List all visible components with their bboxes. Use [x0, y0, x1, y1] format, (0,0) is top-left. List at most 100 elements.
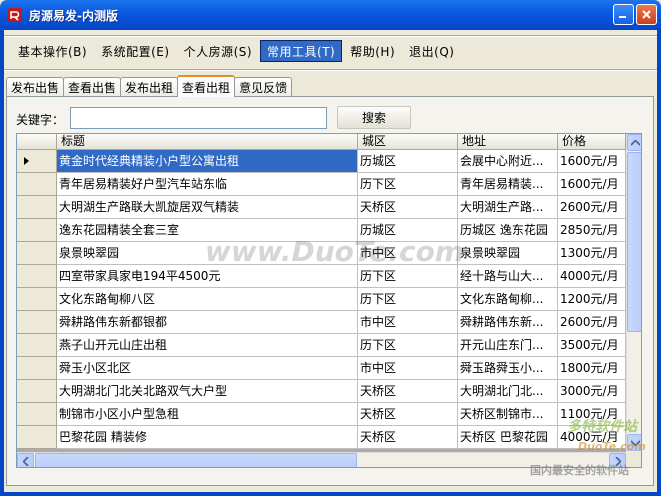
table-row[interactable]: 燕子山开元山庄出租 历下区 开元山庄东门... 3500元/月: [17, 334, 626, 357]
minimize-button[interactable]: [613, 4, 634, 25]
cell-title[interactable]: 青年居易精装好户型汽车站东临: [57, 173, 358, 196]
cell-title[interactable]: 舜玉小区北区: [57, 357, 358, 380]
cell-price[interactable]: 3000元/月: [558, 380, 626, 403]
horizontal-scroll-thumb[interactable]: [35, 453, 357, 467]
cell-title[interactable]: 巴黎花园 精装修: [57, 426, 358, 449]
cell-price[interactable]: 1800元/月: [558, 357, 626, 380]
cell-title[interactable]: 大明湖生产路联大凯旋居双气精装: [57, 196, 358, 219]
table-row[interactable]: 舜玉小区北区 市中区 舜玉路舜玉小... 1800元/月: [17, 357, 626, 380]
cell-title[interactable]: 舜耕路伟东新都银都: [57, 311, 358, 334]
cell-address[interactable]: 大明湖生产路...: [458, 196, 558, 219]
vertical-scroll-thumb[interactable]: [627, 152, 641, 332]
cell-address[interactable]: 文化东路甸柳...: [458, 288, 558, 311]
row-header[interactable]: [17, 311, 57, 334]
table-row[interactable]: 逸东花园精装全套三室 历城区 历城区 逸东花园 2850元/月: [17, 219, 626, 242]
cell-address[interactable]: 经十路与山大...: [458, 265, 558, 288]
horizontal-scrollbar[interactable]: [17, 452, 626, 467]
cell-title[interactable]: 逸东花园精装全套三室: [57, 219, 358, 242]
cell-price[interactable]: 1100元/月: [558, 403, 626, 426]
menu-exit[interactable]: 退出(Q): [403, 40, 460, 62]
tab-feedback[interactable]: 意见反馈: [234, 77, 293, 97]
cell-address[interactable]: 历城区 逸东花园: [458, 219, 558, 242]
row-header[interactable]: [17, 426, 57, 449]
row-header[interactable]: [17, 288, 57, 311]
keyword-input[interactable]: [70, 107, 327, 129]
column-header-title[interactable]: 标题: [57, 134, 358, 150]
row-header[interactable]: [17, 357, 57, 380]
menu-common-tools[interactable]: 常用工具(T): [260, 40, 343, 62]
cell-district[interactable]: 历下区: [358, 288, 458, 311]
cell-price[interactable]: 4000元/月: [558, 426, 626, 449]
cell-title[interactable]: 黄金时代经典精装小户型公寓出租: [57, 150, 358, 173]
cell-address[interactable]: 会展中心附近...: [458, 150, 558, 173]
cell-title[interactable]: 制锦市小区小户型急租: [57, 403, 358, 426]
table-row[interactable]: 大明湖北门北关北路双气大户型 天桥区 大明湖北门北... 3000元/月: [17, 380, 626, 403]
table-row[interactable]: 制锦市小区小户型急租 天桥区 天桥区制锦市... 1100元/月: [17, 403, 626, 426]
row-header[interactable]: [17, 173, 57, 196]
row-header[interactable]: [17, 380, 57, 403]
cell-address[interactable]: 天桥区制锦市...: [458, 403, 558, 426]
cell-price[interactable]: 1600元/月: [558, 150, 626, 173]
tab-publish-rent[interactable]: 发布出租: [120, 77, 179, 97]
cell-price[interactable]: 1300元/月: [558, 242, 626, 265]
cell-title[interactable]: 大明湖北门北关北路双气大户型: [57, 380, 358, 403]
row-header[interactable]: [17, 219, 57, 242]
menu-basic-ops[interactable]: 基本操作(B): [12, 40, 93, 62]
cell-price[interactable]: 3500元/月: [558, 334, 626, 357]
cell-title[interactable]: 泉景映翠园: [57, 242, 358, 265]
scroll-up-button[interactable]: [627, 134, 641, 151]
cell-price[interactable]: 2600元/月: [558, 196, 626, 219]
row-header[interactable]: [17, 403, 57, 426]
vertical-scrollbar[interactable]: [626, 134, 641, 452]
cell-district[interactable]: 市中区: [358, 311, 458, 334]
cell-district[interactable]: 天桥区: [358, 196, 458, 219]
cell-price[interactable]: 2850元/月: [558, 219, 626, 242]
tab-view-sale[interactable]: 查看出售: [63, 77, 122, 97]
cell-district[interactable]: 市中区: [358, 357, 458, 380]
cell-district[interactable]: 历城区: [358, 219, 458, 242]
cell-district[interactable]: 市中区: [358, 242, 458, 265]
cell-price[interactable]: 1600元/月: [558, 173, 626, 196]
menu-help[interactable]: 帮助(H): [344, 40, 401, 62]
cell-district[interactable]: 历下区: [358, 334, 458, 357]
cell-price[interactable]: 1200元/月: [558, 288, 626, 311]
row-header[interactable]: [17, 334, 57, 357]
cell-price[interactable]: 2600元/月: [558, 311, 626, 334]
table-row[interactable]: 泉景映翠园 市中区 泉景映翠园 1300元/月: [17, 242, 626, 265]
tab-view-rent[interactable]: 查看出租: [177, 75, 236, 97]
table-row[interactable]: 大明湖生产路联大凯旋居双气精装 天桥区 大明湖生产路... 2600元/月: [17, 196, 626, 219]
table-row[interactable]: 舜耕路伟东新都银都 市中区 舜耕路伟东新... 2600元/月: [17, 311, 626, 334]
cell-price[interactable]: 4000元/月: [558, 265, 626, 288]
column-header-district[interactable]: 城区: [358, 134, 458, 150]
scroll-left-button[interactable]: [17, 453, 34, 467]
row-header[interactable]: [17, 242, 57, 265]
cell-address[interactable]: 天桥区 巴黎花园: [458, 426, 558, 449]
cell-title[interactable]: 燕子山开元山庄出租: [57, 334, 358, 357]
cell-title[interactable]: 文化东路甸柳八区: [57, 288, 358, 311]
cell-address[interactable]: 开元山庄东门...: [458, 334, 558, 357]
table-row[interactable]: 青年居易精装好户型汽车站东临 历下区 青年居易精装... 1600元/月: [17, 173, 626, 196]
cell-address[interactable]: 泉景映翠园: [458, 242, 558, 265]
menu-personal-listings[interactable]: 个人房源(S): [178, 40, 258, 62]
row-header[interactable]: [17, 150, 57, 173]
column-header-address[interactable]: 地址: [458, 134, 558, 150]
table-row[interactable]: 文化东路甸柳八区 历下区 文化东路甸柳... 1200元/月: [17, 288, 626, 311]
cell-address[interactable]: 舜玉路舜玉小...: [458, 357, 558, 380]
cell-district[interactable]: 历城区: [358, 150, 458, 173]
close-button[interactable]: [636, 4, 657, 25]
table-row[interactable]: 巴黎花园 精装修 天桥区 天桥区 巴黎花园 4000元/月: [17, 426, 626, 449]
table-row[interactable]: 四室带家具家电194平4500元 历下区 经十路与山大... 4000元/月: [17, 265, 626, 288]
cell-district[interactable]: 历下区: [358, 265, 458, 288]
cell-district[interactable]: 天桥区: [358, 380, 458, 403]
cell-title[interactable]: 四室带家具家电194平4500元: [57, 265, 358, 288]
scroll-down-button[interactable]: [627, 434, 641, 451]
cell-address[interactable]: 大明湖北门北...: [458, 380, 558, 403]
tab-publish-sale[interactable]: 发布出售: [6, 77, 65, 97]
table-row[interactable]: 黄金时代经典精装小户型公寓出租 历城区 会展中心附近... 1600元/月: [17, 150, 626, 173]
row-header[interactable]: [17, 265, 57, 288]
search-button[interactable]: 搜索: [337, 106, 411, 129]
cell-address[interactable]: 青年居易精装...: [458, 173, 558, 196]
cell-district[interactable]: 历下区: [358, 173, 458, 196]
cell-address[interactable]: 舜耕路伟东新...: [458, 311, 558, 334]
cell-district[interactable]: 天桥区: [358, 403, 458, 426]
